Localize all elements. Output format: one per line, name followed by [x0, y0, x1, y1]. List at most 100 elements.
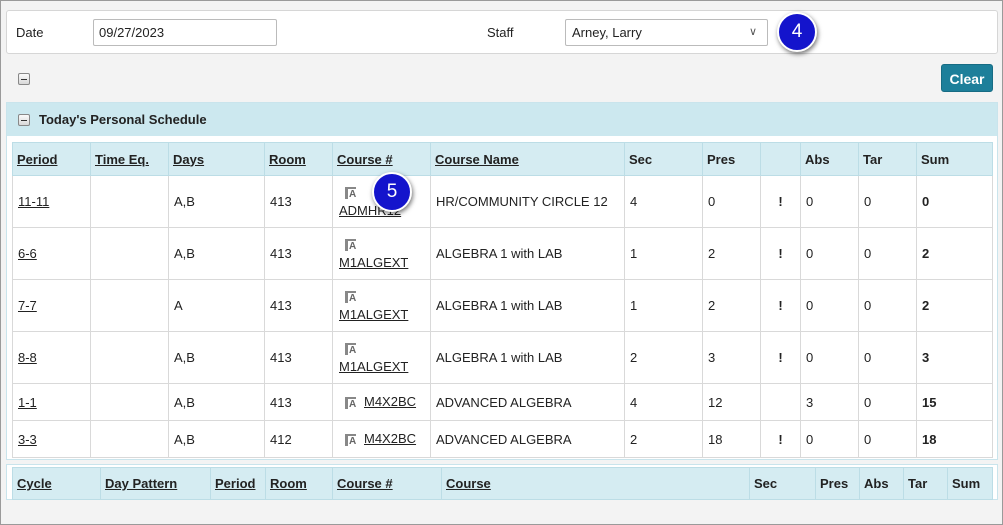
col-course[interactable]: Course: [441, 467, 750, 500]
period-link[interactable]: 1-1: [18, 395, 37, 410]
days-cell: A,B: [168, 331, 265, 384]
sum-cell: 2: [916, 279, 993, 332]
col-period[interactable]: Period: [12, 142, 91, 176]
abs-cell: 3: [800, 383, 859, 421]
alert-icon[interactable]: !: [760, 331, 801, 384]
time-eq-cell: [90, 383, 169, 421]
abs-cell: 0: [800, 420, 859, 458]
course-info-icon[interactable]: A: [344, 186, 358, 200]
tar-cell: 0: [858, 331, 917, 384]
sec-cell: 2: [624, 331, 703, 384]
room-cell: 412: [264, 420, 333, 458]
staff-select-value: Arney, Larry: [572, 25, 642, 40]
period-link[interactable]: 11-11: [18, 194, 49, 209]
time-eq-cell: [90, 279, 169, 332]
abs-cell: 0: [800, 175, 859, 228]
course-link[interactable]: M4X2BC: [364, 394, 416, 409]
col-time-eq[interactable]: Time Eq.: [90, 142, 169, 176]
col-days[interactable]: Days: [168, 142, 265, 176]
days-cell: A: [168, 279, 265, 332]
days-cell: A,B: [168, 383, 265, 421]
date-label: Date: [16, 25, 44, 40]
tar-cell: 0: [858, 175, 917, 228]
alert-icon[interactable]: !: [760, 420, 801, 458]
col-cycle[interactable]: Cycle: [12, 467, 101, 500]
tar-cell: 0: [858, 227, 917, 280]
pres-cell: 12: [702, 383, 761, 421]
col-period[interactable]: Period: [210, 467, 266, 500]
sum-cell: 3: [916, 331, 993, 384]
course-info-icon[interactable]: A: [344, 433, 358, 447]
course-link[interactable]: M4X2BC: [364, 431, 416, 446]
period-link[interactable]: 8-8: [18, 350, 37, 365]
course-info-icon[interactable]: A: [344, 396, 358, 410]
course-name-cell: ALGEBRA 1 with LAB: [430, 227, 625, 280]
period-link[interactable]: 6-6: [18, 246, 37, 261]
col-room[interactable]: Room: [265, 467, 333, 500]
col-sum: Sum: [947, 467, 993, 500]
sum-cell: 2: [916, 227, 993, 280]
col-course-number[interactable]: Course #: [332, 142, 431, 176]
table-row: 8-8 A,B 413 A M1ALGEXT ALGEBRA 1 with LA…: [12, 331, 993, 384]
col-day-pattern[interactable]: Day Pattern: [100, 467, 211, 500]
course-info-icon[interactable]: A: [344, 238, 358, 252]
period-link[interactable]: 7-7: [18, 298, 37, 313]
chevron-down-icon: ∨: [748, 26, 757, 38]
abs-cell: 0: [800, 331, 859, 384]
sec-cell: 1: [624, 279, 703, 332]
days-cell: A,B: [168, 175, 265, 228]
tar-cell: 0: [858, 279, 917, 332]
alert-icon[interactable]: !: [760, 279, 801, 332]
app-frame: Date Staff Arney, Larry ∨ 4 Clear Today'…: [0, 0, 1003, 525]
sec-cell: 2: [624, 420, 703, 458]
sec-cell: 4: [624, 175, 703, 228]
pres-cell: 2: [702, 279, 761, 332]
table-row: 1-1 A,B 413 A M4X2BC ADVANCED ALGEBRA 4 1…: [12, 383, 993, 421]
sum-cell: 0: [916, 175, 993, 228]
col-tar: Tar: [903, 467, 948, 500]
alert-icon[interactable]: !: [760, 175, 801, 228]
callout-badge-4: 4: [777, 12, 817, 52]
collapse-all-icon[interactable]: [18, 73, 30, 85]
course-info-icon[interactable]: A: [344, 290, 358, 304]
time-eq-cell: [90, 227, 169, 280]
schedule-table: Period Time Eq. Days Room Course # Cours…: [12, 142, 993, 458]
course-info-icon[interactable]: A: [344, 342, 358, 356]
staff-label: Staff: [487, 25, 514, 40]
room-cell: 413: [264, 331, 333, 384]
staff-select[interactable]: Arney, Larry ∨: [565, 19, 768, 46]
col-sec: Sec: [624, 142, 703, 176]
course-link[interactable]: M1ALGEXT: [338, 255, 425, 270]
days-cell: A,B: [168, 420, 265, 458]
table-row: 11-11 A,B 413 A ADMHR12 HR/COMMUNITY CIR…: [12, 175, 993, 228]
tar-cell: 0: [858, 420, 917, 458]
room-cell: 413: [264, 175, 333, 228]
table-row: 6-6 A,B 413 A M1ALGEXT ALGEBRA 1 with LA…: [12, 227, 993, 280]
period-link[interactable]: 3-3: [18, 432, 37, 447]
pres-cell: 0: [702, 175, 761, 228]
panel-title: Today's Personal Schedule: [39, 112, 207, 127]
col-course-number[interactable]: Course #: [332, 467, 442, 500]
table-row: 3-3 A,B 412 A M4X2BC ADVANCED ALGEBRA 2 1…: [12, 420, 993, 458]
alert-icon[interactable]: !: [760, 227, 801, 280]
col-room[interactable]: Room: [264, 142, 333, 176]
clear-button[interactable]: Clear: [941, 64, 993, 92]
col-pres: Pres: [815, 467, 860, 500]
course-name-cell: ADVANCED ALGEBRA: [430, 383, 625, 421]
course-link[interactable]: M1ALGEXT: [338, 307, 425, 322]
col-alert: [760, 142, 801, 176]
cycle-header-row: Cycle Day Pattern Period Room Course # C…: [12, 467, 993, 500]
collapse-panel-icon[interactable]: [18, 114, 30, 126]
col-course-name[interactable]: Course Name: [430, 142, 625, 176]
table-header-row: Period Time Eq. Days Room Course # Cours…: [12, 142, 993, 176]
abs-cell: 0: [800, 227, 859, 280]
date-input[interactable]: [93, 19, 277, 46]
abs-cell: 0: [800, 279, 859, 332]
table-row: 7-7 A 413 A M1ALGEXT ALGEBRA 1 with LAB …: [12, 279, 993, 332]
cycle-table: Cycle Day Pattern Period Room Course # C…: [12, 467, 993, 500]
sum-cell: 15: [916, 383, 993, 421]
course-link[interactable]: M1ALGEXT: [338, 359, 425, 374]
course-name-cell: ALGEBRA 1 with LAB: [430, 279, 625, 332]
days-cell: A,B: [168, 227, 265, 280]
sec-cell: 4: [624, 383, 703, 421]
